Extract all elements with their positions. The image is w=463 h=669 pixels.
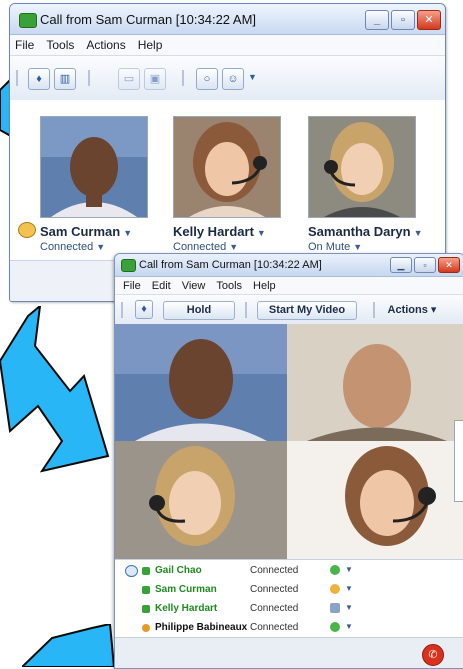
close-button[interactable]: ✕ (438, 257, 460, 273)
menu-tools[interactable]: Tools (46, 38, 74, 52)
close-button[interactable]: ✕ (417, 10, 441, 30)
participant-list: Gail Chao Connected ▼ Sam Curman Connect… (115, 559, 463, 638)
participant-status: Connected (250, 622, 299, 633)
chevron-down-icon[interactable]: ▼ (257, 228, 266, 238)
participant-status: Connected (40, 241, 94, 253)
participant-status: On Mute (308, 241, 351, 253)
hangup-icon[interactable]: ✆ (422, 644, 444, 666)
participant-status: Connected (250, 565, 299, 576)
minimize-button[interactable]: ▁ (390, 257, 412, 273)
list-item[interactable]: Kelly Hardart Connected ▼ (115, 600, 463, 618)
phone-icon (19, 13, 37, 28)
menu-help[interactable]: Help (138, 38, 163, 52)
menu-help[interactable]: Help (253, 280, 276, 292)
toolbar-separator (373, 302, 375, 318)
participant-name: Kelly Hardart (173, 224, 254, 239)
phone-icon (142, 567, 150, 575)
actions-menu-button[interactable]: Actions ▾ (383, 301, 441, 320)
share-icon[interactable]: ▣ (144, 68, 166, 90)
hold-button[interactable]: Hold (163, 301, 235, 320)
window-title: Call from Sam Curman [10:34:22 AM] (40, 12, 257, 27)
toolbar-separator (182, 70, 184, 86)
status-icon (330, 584, 340, 594)
participant-name: Sam Curman (40, 224, 121, 239)
chevron-down-icon[interactable]: ▼ (345, 603, 353, 612)
list-item[interactable]: Sam Curman Connected ▼ (115, 581, 463, 599)
avatar (40, 116, 148, 218)
phone-icon (142, 605, 150, 613)
video-grid (115, 324, 463, 559)
participant-name: Samantha Daryn (308, 224, 411, 239)
video-tile[interactable] (115, 324, 287, 441)
maximize-button[interactable]: ▫ (391, 10, 415, 30)
toolbar-grip (16, 70, 18, 86)
window-title: Call from Sam Curman [10:34:22 AM] (139, 259, 322, 271)
chevron-down-icon[interactable]: ▼ (123, 228, 132, 238)
chevron-down-icon[interactable]: ▼ (345, 622, 353, 631)
front-call-window: Call from Sam Curman [10:34:22 AM] ▁ ▫ ✕… (114, 253, 463, 669)
phone-icon (121, 259, 136, 272)
participant-card[interactable]: Sam Curman ▼ Connected ▼ (18, 116, 150, 253)
participant-name: Philippe Babineaux (155, 622, 248, 633)
phone-icon (142, 586, 150, 594)
emoticon-icon[interactable]: ☺ (222, 68, 244, 90)
microphone-icon[interactable]: ♦ (135, 300, 153, 319)
video-tile[interactable] (115, 441, 287, 559)
chevron-down-icon[interactable]: ▼ (345, 565, 353, 574)
menu-view[interactable]: View (182, 280, 206, 292)
arrow-bottom (22, 624, 114, 667)
window-footer: ✆ (115, 637, 463, 668)
video-tile[interactable] (287, 441, 463, 559)
arrow-middle (0, 306, 110, 473)
chevron-down-icon[interactable]: ▼ (353, 242, 362, 252)
menu-file[interactable]: File (123, 280, 141, 292)
title-bar[interactable]: Call from Sam Curman [10:34:22 AM] _ ▫ ✕ (10, 4, 445, 35)
toolbar-grip (121, 302, 123, 318)
participants-panel: Sam Curman ▼ Connected ▼ Kelly Hardart ▼ Co… (10, 100, 445, 261)
list-item[interactable]: Philippe Babineaux Connected ▼ (115, 619, 463, 637)
menu-tools[interactable]: Tools (216, 280, 242, 292)
status-icon (330, 565, 340, 575)
title-bar[interactable]: Call from Sam Curman [10:34:22 AM] ▁ ▫ ✕ (115, 254, 463, 277)
list-item[interactable]: Gail Chao Connected ▼ (115, 562, 463, 580)
participant-status: Connected (250, 584, 299, 595)
chat-icon[interactable]: ○ (196, 68, 218, 90)
toolbar-separator (88, 70, 90, 86)
toolbar-separator (245, 302, 247, 318)
menu-file[interactable]: File (15, 38, 34, 52)
video-tile[interactable] (287, 324, 463, 441)
avatar (173, 116, 281, 218)
chevron-down-icon[interactable]: ▼ (248, 72, 257, 82)
participant-name: Kelly Hardart (155, 603, 218, 614)
maximize-button[interactable]: ▫ (414, 257, 436, 273)
chevron-down-icon[interactable]: ▼ (414, 228, 423, 238)
participant-status: Connected (173, 241, 227, 253)
start-video-button[interactable]: Start My Video (257, 301, 357, 320)
participant-card[interactable]: Samantha Daryn ▼ On Mute ▼ (308, 116, 423, 253)
toolbar: ♦ Hold Start My Video Actions ▾ (115, 295, 463, 326)
participant-status: Connected (250, 603, 299, 614)
avatar (308, 116, 416, 218)
participant-card[interactable]: Kelly Hardart ▼ Connected ▼ (173, 116, 283, 253)
menu-actions[interactable]: Actions (86, 38, 125, 52)
side-panel-edge (454, 420, 463, 502)
people-icon (330, 603, 340, 613)
chevron-down-icon[interactable]: ▼ (229, 242, 238, 252)
keypad-icon[interactable]: ▥ (54, 68, 76, 90)
host-icon (18, 222, 36, 238)
participant-name: Gail Chao (155, 565, 202, 576)
video-icon[interactable]: ▭ (118, 68, 140, 90)
menu-bar: File Tools Actions Help (10, 35, 445, 56)
status-icon (330, 622, 340, 632)
microphone-icon[interactable]: ♦ (28, 68, 50, 90)
menu-edit[interactable]: Edit (152, 280, 171, 292)
chevron-down-icon[interactable]: ▼ (345, 584, 353, 593)
chat-icon (125, 565, 138, 577)
phone-icon (142, 624, 150, 632)
minimize-button[interactable]: _ (365, 10, 389, 30)
toolbar: ♦ ▥ ▭ ▣ ○ ☺ ▼ (10, 56, 445, 101)
menu-bar: File Edit View Tools Help (115, 277, 463, 295)
participant-name: Sam Curman (155, 584, 217, 595)
chevron-down-icon[interactable]: ▼ (96, 242, 105, 252)
